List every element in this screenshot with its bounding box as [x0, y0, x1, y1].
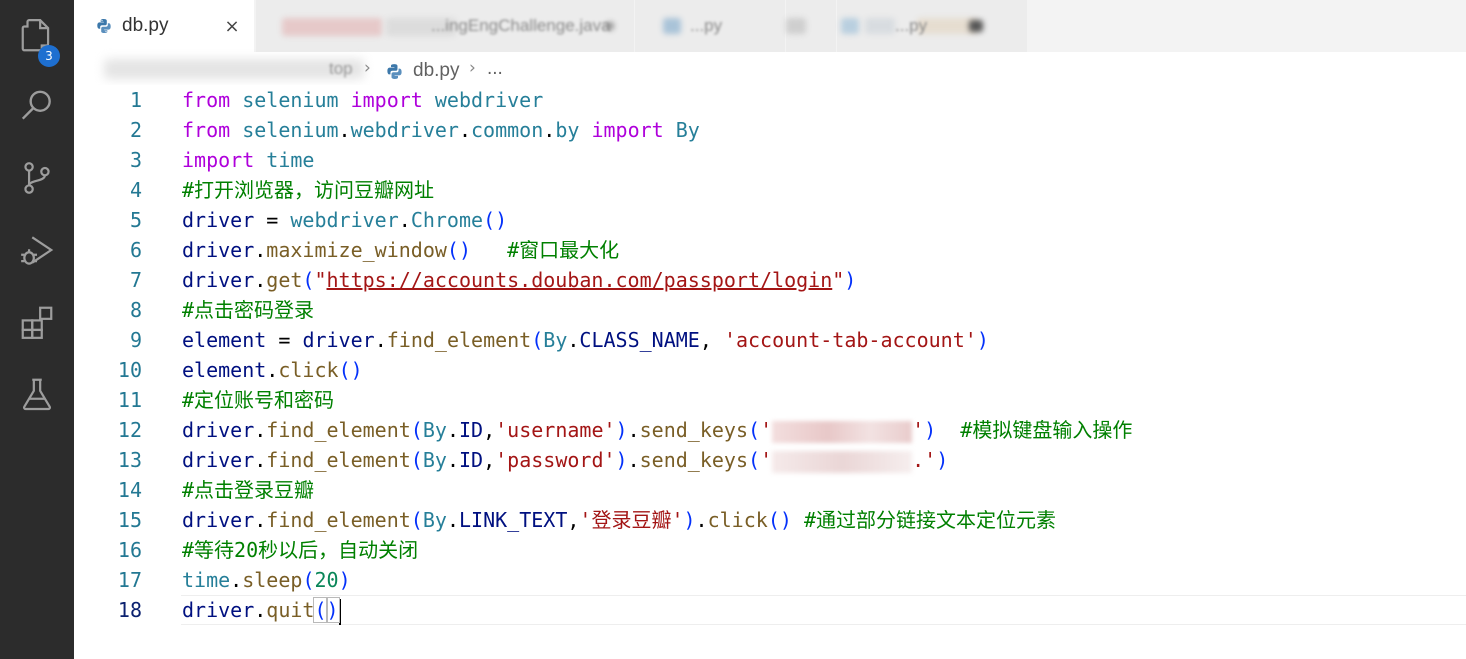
activity-bar: 3	[0, 0, 74, 659]
run-debug-icon	[18, 231, 56, 273]
code-line: 9 element = driver.find_element(By.CLASS…	[74, 325, 1466, 355]
vscode-window: 3 db.py × ...ingEngChallenge.java ...py …	[0, 0, 1466, 659]
code-line: 15 driver.find_element(By.LINK_TEXT,'登录豆…	[74, 505, 1466, 535]
extensions-button[interactable]	[0, 294, 74, 354]
breadcrumb-symbols[interactable]: ...	[487, 58, 503, 80]
tab-inactive-py-2[interactable]: ...py	[836, 0, 1027, 52]
line-number: 3	[129, 148, 142, 172]
extensions-icon	[18, 303, 56, 345]
tab-db-py[interactable]: db.py ×	[74, 0, 254, 52]
code-line: 13 driver.find_element(By.ID,'password')…	[74, 445, 1466, 475]
code-line: 8 #点击密码登录	[74, 295, 1466, 325]
line-code: #打开浏览器，访问豆瓣网址	[182, 178, 435, 202]
testing-icon	[18, 375, 56, 417]
code-line: 14 #点击登录豆瓣	[74, 475, 1466, 505]
line-code: driver.get("https://accounts.douban.com/…	[182, 268, 857, 292]
line-code: #等待20秒以后，自动关闭	[182, 538, 419, 562]
code-line: 7 driver.get("https://accounts.douban.co…	[74, 265, 1466, 295]
code-line: 3 import time	[74, 145, 1466, 175]
code-line: 17 time.sleep(20)	[74, 565, 1466, 595]
code-line: 11 #定位账号和密码	[74, 385, 1466, 415]
line-code: driver = webdriver.Chrome()	[182, 208, 508, 232]
source-control-icon	[18, 159, 56, 201]
search-icon	[18, 87, 56, 129]
tab-inactive-2[interactable]	[785, 0, 836, 52]
redacted-path	[104, 59, 364, 79]
redacted-password	[772, 450, 913, 473]
chevron-right-icon: ›	[469, 58, 476, 78]
breadcrumb: top › db.py › ...	[74, 52, 1466, 88]
line-code: driver.quit()	[182, 595, 341, 625]
breadcrumb-file[interactable]: db.py	[386, 60, 459, 82]
line-number: 18	[117, 598, 142, 622]
line-number: 4	[129, 178, 142, 202]
text-cursor	[338, 598, 341, 625]
line-number: 17	[117, 568, 142, 592]
explorer-button[interactable]: 3	[0, 8, 74, 68]
line-code: element = driver.find_element(By.CLASS_N…	[182, 328, 989, 352]
redacted-username	[772, 420, 913, 443]
line-code: time.sleep(20)	[182, 568, 351, 592]
line-code: driver.find_element(By.ID,'password').se…	[182, 448, 949, 473]
code-line: 18 driver.quit()	[74, 595, 1466, 625]
line-number: 10	[117, 358, 142, 382]
tab-close-button[interactable]: ×	[222, 16, 242, 37]
run-debug-button[interactable]	[0, 222, 74, 282]
line-number: 13	[117, 448, 142, 472]
python-file-icon	[96, 18, 112, 34]
python-file-icon	[387, 63, 402, 79]
line-number: 1	[129, 88, 142, 112]
explorer-badge: 3	[38, 45, 60, 67]
line-number: 15	[117, 508, 142, 532]
line-code: import time	[182, 148, 315, 172]
line-code: #点击密码登录	[182, 298, 315, 322]
chevron-right-icon: ›	[364, 58, 371, 78]
line-number: 9	[129, 328, 142, 352]
line-number: 16	[117, 538, 142, 562]
tab-label: ...ingEngChallenge.java	[431, 16, 611, 35]
search-button[interactable]	[0, 78, 74, 138]
code-line: 2 from selenium.webdriver.common.by impo…	[74, 115, 1466, 145]
source-control-button[interactable]	[0, 150, 74, 210]
line-number: 12	[117, 418, 142, 442]
tab-label: db.py	[122, 15, 169, 36]
line-number: 5	[129, 208, 142, 232]
line-code: from selenium import webdriver	[182, 88, 544, 112]
testing-button[interactable]	[0, 366, 74, 426]
line-number: 2	[129, 118, 142, 142]
url-link[interactable]: https://accounts.douban.com/passport/log…	[327, 268, 833, 292]
tab-inactive-py-1[interactable]: ...py	[634, 0, 785, 52]
breadcrumb-folder[interactable]: top	[329, 59, 353, 79]
line-number: 11	[117, 388, 142, 412]
code-line: 10 element.click()	[74, 355, 1466, 385]
line-number: 14	[117, 478, 142, 502]
tab-inactive-java[interactable]: ...ingEngChallenge.java	[255, 0, 634, 52]
code-line: 12 driver.find_element(By.ID,'username')…	[74, 415, 1466, 445]
line-code: driver.maximize_window() #窗口最大化	[182, 238, 620, 262]
line-code: #点击登录豆瓣	[182, 478, 315, 502]
line-code: element.click()	[182, 358, 363, 382]
editor-tab-bar: db.py × ...ingEngChallenge.java ...py ..…	[74, 0, 1466, 52]
line-number: 6	[129, 238, 142, 262]
line-code: driver.find_element(By.LINK_TEXT,'登录豆瓣')…	[182, 508, 1056, 532]
code-line: 16 #等待20秒以后，自动关闭	[74, 535, 1466, 565]
code-line: 4 #打开浏览器，访问豆瓣网址	[74, 175, 1466, 205]
breadcrumb-file-label: db.py	[413, 60, 460, 81]
line-number: 8	[129, 298, 142, 322]
line-number: 7	[129, 268, 142, 292]
code-line: 5 driver = webdriver.Chrome()	[74, 205, 1466, 235]
current-line-highlight	[181, 595, 1466, 625]
tab-label: ...py	[895, 16, 928, 35]
code-editor[interactable]: 1 from selenium import webdriver 2 from …	[74, 85, 1466, 659]
code-line: 1 from selenium import webdriver	[74, 85, 1466, 115]
line-code: from selenium.webdriver.common.by import…	[182, 118, 700, 142]
line-code: driver.find_element(By.ID,'username').se…	[182, 418, 1133, 443]
code-line: 6 driver.maximize_window() #窗口最大化	[74, 235, 1466, 265]
tab-label: ...py	[690, 16, 723, 35]
line-code: #定位账号和密码	[182, 388, 335, 412]
